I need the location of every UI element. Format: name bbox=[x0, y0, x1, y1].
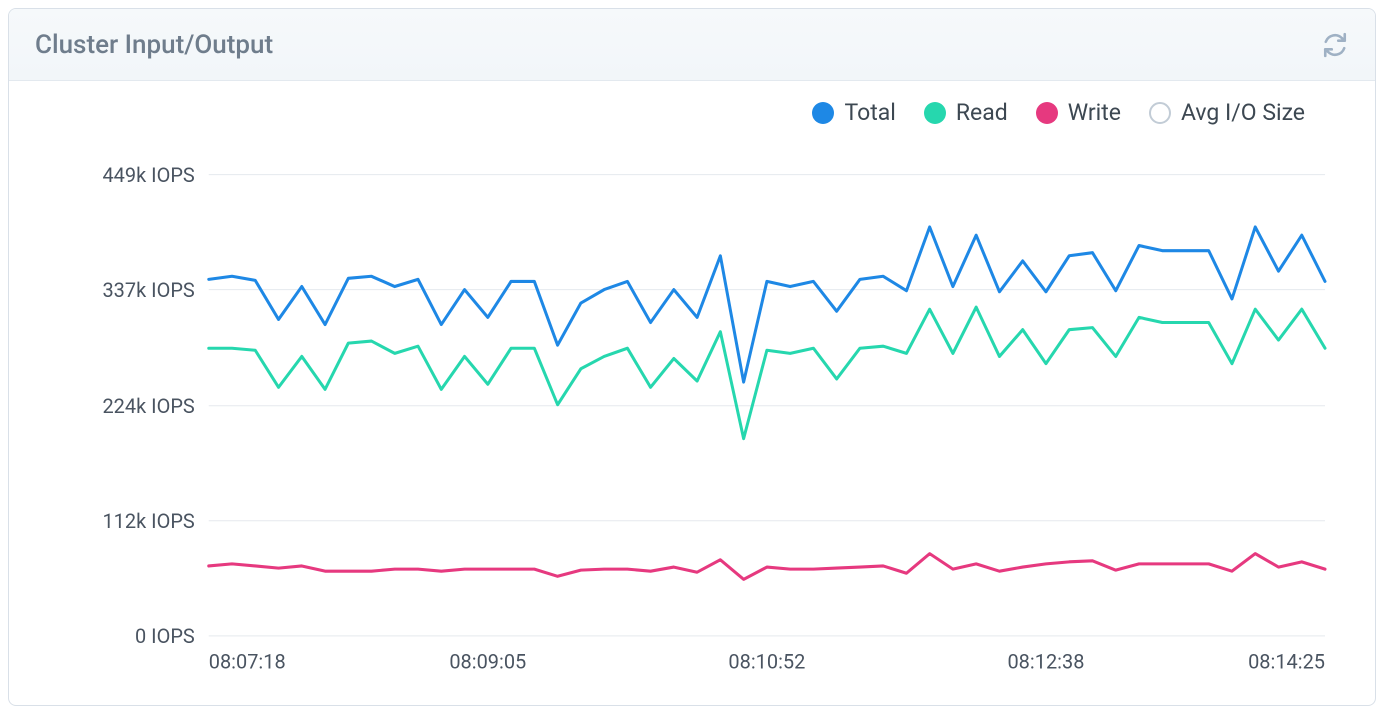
panel-body: Total Read Write Avg I/O Size 0 IOPS 112k IO… bbox=[9, 81, 1375, 705]
refresh-icon bbox=[1322, 32, 1348, 58]
legend-label: Read bbox=[956, 99, 1008, 126]
legend-item-read[interactable]: Read bbox=[924, 99, 1008, 126]
y-tick-label: 337k IOPS bbox=[102, 278, 194, 302]
chart-legend: Total Read Write Avg I/O Size bbox=[39, 99, 1345, 126]
legend-label: Total bbox=[844, 99, 895, 126]
legend-label: Avg I/O Size bbox=[1181, 99, 1305, 126]
cluster-io-panel: Cluster Input/Output Total Read Write Avg I… bbox=[8, 8, 1376, 706]
x-tick-label: 08:14:25 bbox=[1248, 649, 1325, 673]
legend-swatch bbox=[1149, 102, 1171, 124]
x-tick-label: 08:09:05 bbox=[449, 649, 526, 673]
chart-area: 0 IOPS 112k IOPS 224k IOPS 337k IOPS 449k IO… bbox=[39, 150, 1345, 683]
y-tick-label: 224k IOPS bbox=[102, 394, 194, 418]
x-tick-label: 08:10:52 bbox=[728, 649, 805, 673]
legend-swatch bbox=[812, 102, 834, 124]
legend-item-write[interactable]: Write bbox=[1036, 99, 1121, 126]
legend-item-total[interactable]: Total bbox=[812, 99, 895, 126]
y-tick-label: 449k IOPS bbox=[102, 163, 194, 187]
refresh-button[interactable] bbox=[1321, 31, 1349, 59]
series-write bbox=[209, 554, 1325, 580]
line-chart: 0 IOPS 112k IOPS 224k IOPS 337k IOPS 449k IO… bbox=[39, 150, 1345, 683]
y-tick-label: 0 IOPS bbox=[135, 624, 195, 648]
y-tick-label: 112k IOPS bbox=[102, 509, 194, 533]
series-total bbox=[209, 227, 1325, 382]
legend-swatch bbox=[1036, 102, 1058, 124]
legend-item-avg-i-o-size[interactable]: Avg I/O Size bbox=[1149, 99, 1305, 126]
legend-label: Write bbox=[1068, 99, 1121, 126]
x-tick-label: 08:12:38 bbox=[1007, 649, 1084, 673]
legend-swatch bbox=[924, 102, 946, 124]
x-tick-label: 08:07:18 bbox=[209, 649, 286, 673]
series-read bbox=[209, 307, 1325, 439]
panel-title: Cluster Input/Output bbox=[35, 30, 273, 60]
panel-header: Cluster Input/Output bbox=[9, 9, 1375, 81]
